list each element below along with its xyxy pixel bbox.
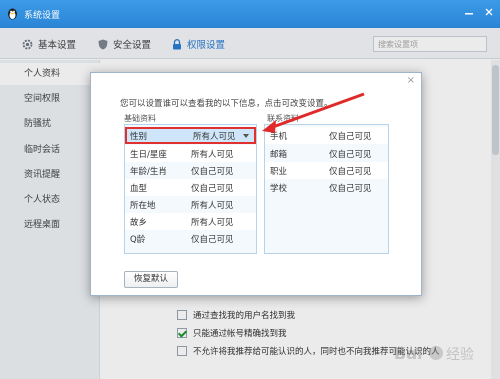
close-window-button[interactable] (480, 5, 498, 21)
close-icon (485, 8, 493, 16)
qq-penguin-icon (8, 8, 17, 20)
visibility-value: 仅自己可见 (191, 235, 234, 245)
field-name: 手机 (270, 132, 288, 142)
contact-info-list: 手机 仅自己可见 邮箱 仅自己可见 职业 仅自己可见 学校 仅自己可见 (264, 124, 389, 254)
svg-text:经验: 经验 (446, 347, 474, 363)
visibility-row[interactable]: 血型 仅自己可见 (125, 179, 256, 196)
visibility-value: 所有人可见 (191, 201, 234, 211)
restore-default-button[interactable]: 恢复默认 (124, 271, 178, 288)
visibility-row[interactable]: 年龄/生肖 仅自己可见 (125, 162, 256, 179)
visibility-value: 所有人可见 (191, 218, 234, 228)
basic-info-label: 基础资料 (124, 114, 156, 123)
minimize-button[interactable] (460, 5, 478, 21)
field-name: 学校 (270, 184, 288, 194)
field-name: 邮箱 (270, 150, 288, 160)
field-name: Q龄 (130, 235, 146, 245)
dropdown-arrow-icon[interactable] (243, 134, 249, 138)
contact-info-label: 联系资料 (267, 114, 299, 123)
visibility-value: 仅自己可见 (329, 184, 372, 194)
minimize-icon (465, 13, 473, 15)
visibility-row[interactable]: 所在地 所有人可见 (125, 196, 256, 213)
field-name: 生日/星座 (130, 150, 167, 160)
basic-info-list: 性别 所有人可见 生日/星座 所有人可见 年龄/生肖 仅自己可见 血型 仅自己可… (124, 124, 257, 254)
visibility-value: 所有人可见 (191, 150, 234, 160)
watermark-logo: Bai 经验 (394, 344, 474, 363)
dialog-close-button[interactable]: × (407, 75, 415, 86)
visibility-value: 仅自己可见 (329, 132, 372, 142)
field-name: 性别 (130, 132, 148, 142)
window-title: 系统设置 (24, 11, 61, 21)
field-name: 所在地 (130, 201, 156, 211)
visibility-value: 仅自己可见 (329, 167, 372, 177)
visibility-row[interactable]: 邮箱 仅自己可见 (265, 145, 388, 162)
visibility-value: 仅自己可见 (329, 150, 372, 160)
dialog-description: 您可以设置谁可以查看我的以下信息，点击可改变设置。 (120, 99, 333, 109)
field-name: 年龄/生肖 (130, 167, 167, 177)
visibility-value: 仅自己可见 (191, 184, 234, 194)
visibility-row[interactable]: Q龄 仅自己可见 (125, 230, 256, 247)
visibility-dropdown[interactable]: 所有人可见 (193, 130, 236, 142)
field-name: 故乡 (130, 218, 148, 228)
svg-text:Bai: Bai (394, 344, 422, 363)
visibility-row-gender[interactable]: 性别 所有人可见 (125, 127, 256, 144)
title-bar: 系统设置 (0, 0, 500, 28)
profile-visibility-dialog: × 您可以设置谁可以查看我的以下信息，点击可改变设置。 基础资料 联系资料 性别… (90, 72, 422, 296)
field-name: 血型 (130, 184, 148, 194)
visibility-row[interactable]: 生日/星座 所有人可见 (125, 145, 256, 162)
visibility-row[interactable]: 手机 仅自己可见 (265, 127, 388, 144)
visibility-row[interactable]: 学校 仅自己可见 (265, 179, 388, 196)
visibility-row[interactable]: 故乡 所有人可见 (125, 213, 256, 230)
visibility-value: 仅自己可见 (191, 167, 234, 177)
visibility-row[interactable]: 职业 仅自己可见 (265, 162, 388, 179)
field-name: 职业 (270, 167, 288, 177)
